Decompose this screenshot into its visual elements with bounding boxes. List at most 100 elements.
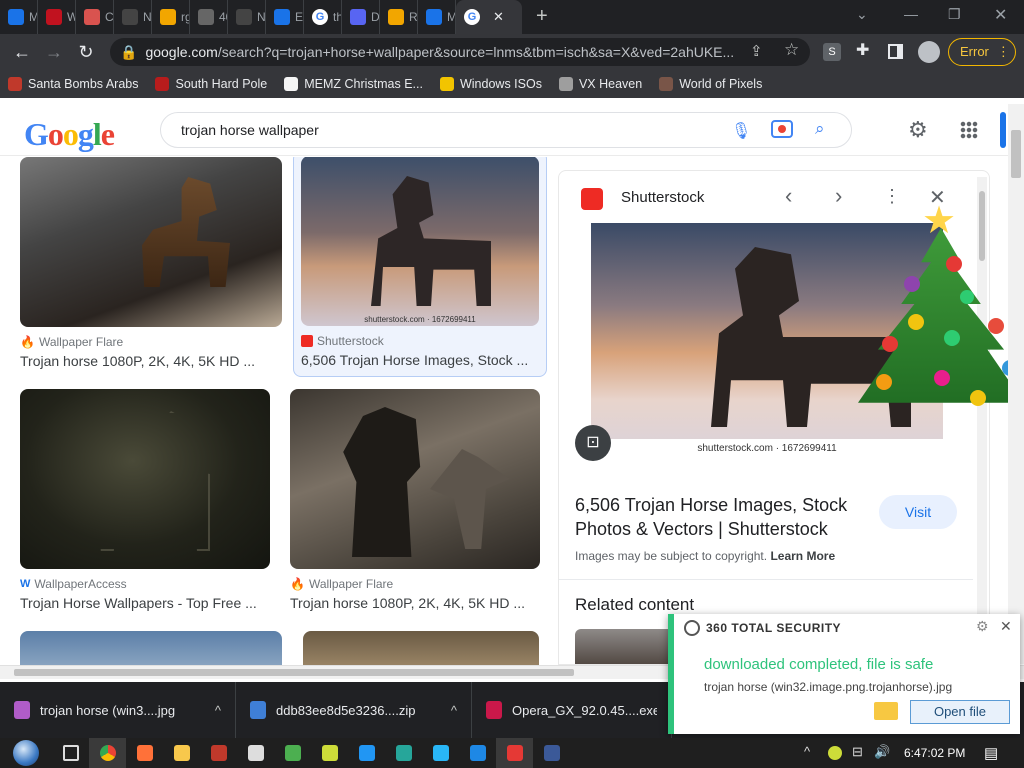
popup-settings-icon[interactable]: ⚙	[976, 618, 989, 635]
image-result[interactable]: 🔥 Wallpaper Flare Trojan horse 1080P, 2K,…	[290, 389, 540, 611]
notepad-icon	[284, 745, 301, 761]
start-button[interactable]	[0, 738, 52, 768]
star-icon[interactable]: ☆	[784, 40, 799, 60]
next-icon[interactable]: ›	[835, 183, 842, 209]
result-title[interactable]: 6,506 Trojan Horse Images, Stock ...	[301, 352, 546, 368]
back-icon[interactable]: ←	[6, 42, 38, 63]
extension-icon[interactable]: S	[823, 43, 841, 61]
network-icon[interactable]: ⊟	[852, 744, 863, 760]
lens-search-icon[interactable]: ⊡	[575, 425, 611, 461]
volume-icon[interactable]: 🔊	[874, 744, 890, 760]
maximize-icon[interactable]: ❐	[948, 6, 961, 23]
result-thumbnail[interactable]: shutterstock.com · 1672699411	[301, 157, 539, 326]
result-thumbnail[interactable]	[290, 389, 540, 569]
visit-button[interactable]: Visit	[879, 495, 957, 529]
google-logo[interactable]: Google	[24, 116, 115, 153]
browser-tab[interactable]: 40	[190, 0, 228, 34]
search-box[interactable]: trojan horse wallpaper 🎙 ⌕	[160, 112, 852, 148]
image-result-partial[interactable]	[303, 631, 539, 665]
taskbar-app[interactable]	[237, 738, 274, 768]
browser-tab[interactable]: Ma	[418, 0, 456, 34]
sidepanel-icon[interactable]	[888, 44, 903, 59]
bookmark-item[interactable]: Windows ISOs	[439, 77, 542, 91]
tab-search-icon[interactable]: ⌄	[856, 6, 868, 23]
browser-tab[interactable]: Rer	[380, 0, 418, 34]
result-thumbnail[interactable]	[20, 157, 282, 327]
bookmark-item[interactable]: Santa Bombs Arabs	[8, 77, 138, 91]
download-item[interactable]: ddb83ee8d5e3236....zip ^	[236, 682, 472, 738]
close-window-icon[interactable]: ✕	[994, 5, 1007, 25]
taskbar-app[interactable]	[533, 738, 570, 768]
result-thumbnail[interactable]	[20, 389, 270, 569]
browser-tab[interactable]: Ma	[0, 0, 38, 34]
settings-gear-icon[interactable]: ⚙	[908, 117, 928, 143]
result-title[interactable]: Trojan Horse Wallpapers - Top Free ...	[20, 595, 270, 611]
taskbar-app[interactable]	[311, 738, 348, 768]
address-bar[interactable]: 🔒 google.com/search?q=trojan+horse+wallp…	[110, 38, 810, 66]
page-vertical-scrollbar[interactable]	[1008, 104, 1024, 664]
panel-source[interactable]: Shutterstock	[621, 189, 704, 206]
browser-tab[interactable]: Do	[342, 0, 380, 34]
result-title[interactable]: Trojan horse 1080P, 2K, 4K, 5K HD ...	[290, 595, 540, 611]
taskbar-app[interactable]	[385, 738, 422, 768]
download-item[interactable]: trojan horse (win3....jpg ^	[0, 682, 236, 738]
search-query[interactable]: trojan horse wallpaper	[181, 122, 319, 138]
forward-icon[interactable]: →	[38, 42, 70, 63]
browser-tab[interactable]: rgb	[152, 0, 190, 34]
profile-error-button[interactable]: Error ⋮	[948, 38, 1016, 66]
browser-tab[interactable]: Ne	[114, 0, 152, 34]
open-file-button[interactable]: Open file	[910, 700, 1010, 724]
prev-icon[interactable]: ‹	[785, 183, 792, 209]
close-tab-icon[interactable]: ✕	[493, 9, 504, 25]
image-result-selected[interactable]: shutterstock.com · 1672699411 Shuttersto…	[293, 157, 547, 377]
taskbar-app[interactable]	[348, 738, 385, 768]
taskbar-app[interactable]	[89, 738, 126, 768]
file-icon	[486, 701, 502, 719]
bookmark-item[interactable]: South Hard Pole	[155, 77, 267, 91]
image-result[interactable]: 🔥 Wallpaper Flare Trojan horse 1080P, 2K,…	[20, 157, 282, 369]
tray-chevron-icon[interactable]: ^	[804, 744, 810, 759]
result-title[interactable]: Trojan horse 1080P, 2K, 4K, 5K HD ...	[20, 353, 282, 369]
task-view-icon[interactable]	[52, 738, 89, 768]
minimize-icon[interactable]: —	[904, 6, 918, 22]
taskbar-app[interactable]	[459, 738, 496, 768]
browser-tab[interactable]: Gthe	[304, 0, 342, 34]
taskbar-app[interactable]	[422, 738, 459, 768]
popup-close-icon[interactable]: ✕	[1000, 618, 1012, 635]
bookmark-item[interactable]: World of Pixels	[659, 77, 762, 91]
reload-icon[interactable]: ↻	[70, 42, 102, 63]
bookmark-item[interactable]: VX Heaven	[558, 77, 642, 91]
bookmark-item[interactable]: MEMZ Christmas E...	[284, 77, 423, 91]
related-thumbnail[interactable]	[575, 629, 675, 664]
panel-title[interactable]: 6,506 Trojan Horse Images, Stock Photos …	[575, 493, 865, 541]
taskbar-app[interactable]	[200, 738, 237, 768]
notifications-icon[interactable]: ▤	[984, 744, 998, 762]
download-item[interactable]: Opera_GX_92.0.45....exe	[472, 682, 672, 738]
browser-tab[interactable]: Cle	[76, 0, 114, 34]
download-options-icon[interactable]: ^	[451, 703, 457, 718]
learn-more-link[interactable]: Learn More	[770, 549, 835, 563]
download-options-icon[interactable]: ^	[215, 703, 221, 718]
image-result-partial[interactable]	[20, 631, 282, 665]
browser-tab[interactable]: G ✕	[456, 0, 522, 34]
browser-tab[interactable]: Ext	[266, 0, 304, 34]
new-tab-button[interactable]: +	[536, 5, 548, 28]
browser-tab[interactable]: Ne	[228, 0, 266, 34]
clock[interactable]: 6:47:02 PM	[904, 746, 965, 760]
browser-tab[interactable]: Wh	[38, 0, 76, 34]
lens-icon[interactable]	[771, 120, 793, 138]
apps-grid-icon[interactable]	[960, 121, 978, 139]
folder-icon[interactable]	[874, 702, 898, 720]
taskbar-app[interactable]	[274, 738, 311, 768]
search-icon[interactable]: ⌕	[815, 119, 825, 139]
taskbar-app[interactable]	[496, 738, 533, 768]
profile-avatar[interactable]	[918, 41, 940, 63]
share-icon[interactable]: ⇪	[750, 42, 763, 60]
taskbar-app[interactable]	[163, 738, 200, 768]
image-result[interactable]: W WallpaperAccess Trojan Horse Wallpapers…	[20, 389, 270, 611]
taskbar-app[interactable]	[126, 738, 163, 768]
tray-app-icon[interactable]	[828, 746, 842, 760]
file-explorer-icon	[173, 745, 190, 761]
mic-icon[interactable]: 🎙	[731, 121, 751, 141]
puzzle-extensions-icon[interactable]: ✚	[856, 40, 869, 60]
